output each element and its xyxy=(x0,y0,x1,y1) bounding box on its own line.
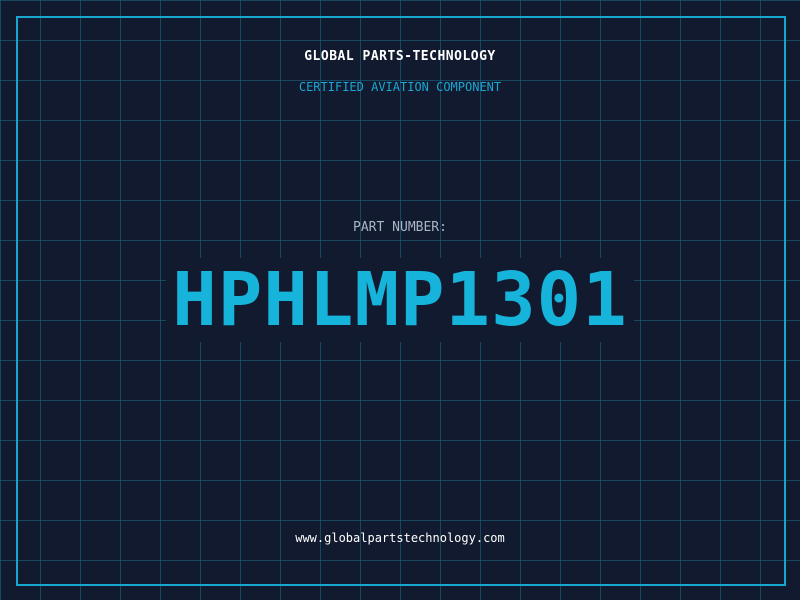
part-number-label: PART NUMBER: xyxy=(353,220,447,235)
label-canvas: GLOBAL PARTS-TECHNOLOGY CERTIFIED AVIATI… xyxy=(0,0,800,600)
part-number-container: HPHLMP1301 xyxy=(0,258,800,342)
part-number-value: HPHLMP1301 xyxy=(166,258,634,342)
brand-name: GLOBAL PARTS-TECHNOLOGY xyxy=(304,49,496,64)
website-url: www.globalpartstechnology.com xyxy=(295,531,505,545)
certification-subtitle: CERTIFIED AVIATION COMPONENT xyxy=(298,80,502,94)
